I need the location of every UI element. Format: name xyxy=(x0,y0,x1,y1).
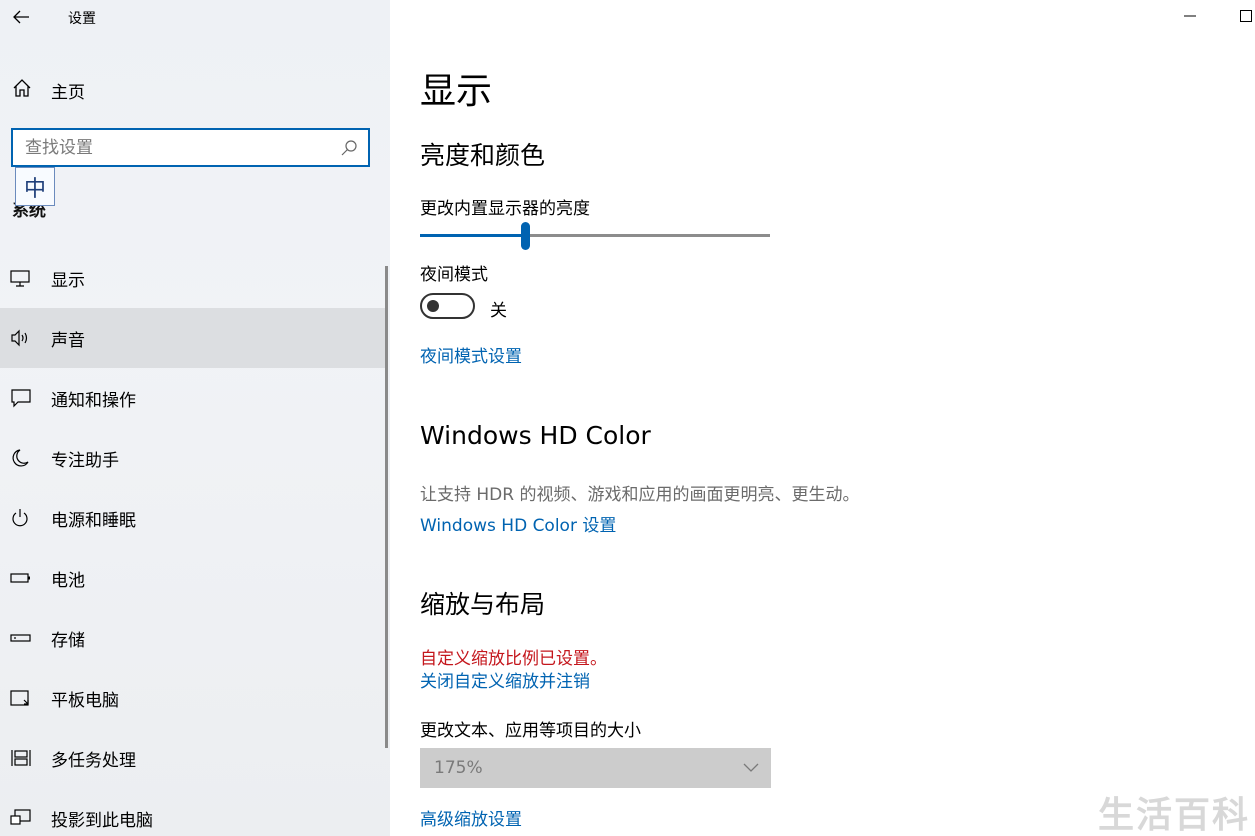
sidebar-item-label: 存储 xyxy=(51,631,85,651)
scale-dropdown-value: 175% xyxy=(434,758,483,778)
speaker-icon xyxy=(11,329,28,347)
sidebar-item-focus-assist[interactable]: 专注助手 xyxy=(0,428,388,488)
moon-icon xyxy=(12,449,29,467)
watermark: 生活百科 xyxy=(1098,795,1251,836)
sidebar-item-label: 显示 xyxy=(51,271,85,291)
sidebar-item-battery[interactable]: 电池 xyxy=(0,548,388,608)
brightness-slider-label: 更改内置显示器的亮度 xyxy=(420,199,590,219)
sidebar-item-notifications[interactable]: 通知和操作 xyxy=(0,368,388,428)
sidebar-item-label: 平板电脑 xyxy=(51,691,119,711)
battery-icon xyxy=(10,573,30,583)
power-icon xyxy=(12,509,28,527)
sidebar-item-label: 电池 xyxy=(51,571,85,591)
sidebar-scrollbar[interactable] xyxy=(385,266,388,748)
ime-indicator[interactable]: 中 xyxy=(15,167,55,206)
monitor-icon xyxy=(10,270,30,287)
storage-icon xyxy=(10,634,31,642)
sidebar-home-label: 主页 xyxy=(51,83,85,103)
sidebar-item-display[interactable]: 显示 xyxy=(0,248,388,308)
custom-scale-warning: 自定义缩放比例已设置。 xyxy=(420,649,607,669)
sidebar-item-power[interactable]: 电源和睡眠 xyxy=(0,488,388,548)
back-arrow-icon xyxy=(13,10,29,24)
sidebar-item-sound[interactable]: 声音 xyxy=(0,308,388,368)
search-box[interactable] xyxy=(11,128,370,167)
scale-layout-heading: 缩放与布局 xyxy=(420,590,546,619)
home-icon xyxy=(13,79,31,97)
search-input[interactable] xyxy=(25,136,335,160)
night-light-settings-link[interactable]: 夜间模式设置 xyxy=(420,342,522,367)
tablet-icon xyxy=(10,690,29,706)
notification-icon xyxy=(11,389,31,408)
sidebar-item-label: 通知和操作 xyxy=(51,391,136,411)
slider-thumb[interactable] xyxy=(521,222,530,250)
maximize-icon[interactable] xyxy=(1239,8,1253,24)
minimize-icon[interactable] xyxy=(1183,8,1197,24)
sidebar-item-label: 专注助手 xyxy=(51,451,119,471)
toggle-knob xyxy=(427,300,439,312)
sidebar-item-label: 多任务处理 xyxy=(51,751,136,771)
sidebar-item-project[interactable]: 投影到此电脑 xyxy=(0,788,388,836)
hd-color-heading: Windows HD Color xyxy=(420,421,651,450)
multitask-icon xyxy=(11,750,31,766)
brightness-slider[interactable] xyxy=(420,222,772,250)
night-light-label: 夜间模式 xyxy=(420,265,488,285)
search-icon[interactable] xyxy=(340,139,358,157)
advanced-scaling-link[interactable]: 高级缩放设置 xyxy=(420,805,522,830)
project-icon xyxy=(10,809,31,825)
scale-dropdown[interactable]: 175% xyxy=(420,748,771,788)
brightness-heading: 亮度和颜色 xyxy=(420,141,546,170)
night-light-state: 关 xyxy=(490,301,507,321)
main-content: 显示 亮度和颜色 更改内置显示器的亮度 夜间模式 关 夜间模式设置 Window… xyxy=(390,0,1255,836)
sidebar-item-label: 声音 xyxy=(51,331,85,351)
app-title: 设置 xyxy=(68,11,96,27)
sidebar: 设置 主页 系统 中 显示 声音 通知和操作 xyxy=(0,0,390,836)
sidebar-item-tablet[interactable]: 平板电脑 xyxy=(0,668,388,728)
chevron-down-icon xyxy=(743,763,759,772)
hd-color-description: 让支持 HDR 的视频、游戏和应用的画面更明亮、更生动。 xyxy=(420,485,860,505)
hd-color-settings-link[interactable]: Windows HD Color 设置 xyxy=(420,511,616,536)
page-title: 显示 xyxy=(420,71,493,112)
sidebar-item-label: 投影到此电脑 xyxy=(51,811,153,831)
sidebar-item-storage[interactable]: 存储 xyxy=(0,608,388,668)
night-light-toggle[interactable] xyxy=(420,293,475,319)
slider-fill xyxy=(420,234,525,237)
turn-off-custom-scale-link[interactable]: 关闭自定义缩放并注销 xyxy=(420,667,590,692)
sidebar-item-multitasking[interactable]: 多任务处理 xyxy=(0,728,388,788)
sidebar-item-label: 电源和睡眠 xyxy=(51,511,136,531)
scale-size-label: 更改文本、应用等项目的大小 xyxy=(420,721,641,741)
sidebar-home[interactable]: 主页 xyxy=(0,68,390,108)
back-button[interactable] xyxy=(8,4,34,30)
